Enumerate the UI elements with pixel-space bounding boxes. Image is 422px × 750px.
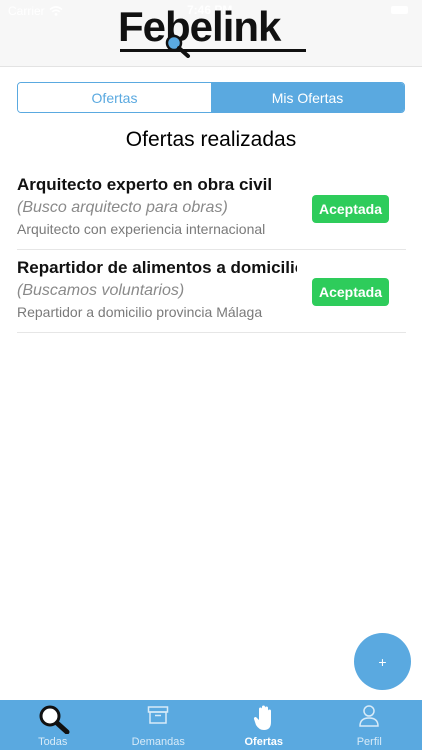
- tab-label: Perfil: [356, 736, 382, 748]
- tab-demandas[interactable]: Demandas: [106, 700, 212, 750]
- battery-icon: [391, 6, 408, 14]
- list-item[interactable]: Repartidor de alimentos a domicilio (Bus…: [17, 250, 406, 333]
- hand-icon: [253, 705, 271, 730]
- logo-underline: [120, 49, 306, 52]
- logo-text: Febelink: [118, 3, 281, 50]
- offers-segmented-control: Ofertas Mis Ofertas: [17, 82, 405, 113]
- tab-perfil[interactable]: Perfil: [317, 700, 422, 750]
- wifi-icon: [49, 6, 63, 16]
- plus-label: +: [378, 653, 387, 670]
- person-icon: [359, 705, 380, 727]
- segment-ofertas[interactable]: Ofertas: [18, 83, 211, 112]
- tab-ofertas[interactable]: Ofertas: [211, 700, 317, 750]
- list-item[interactable]: Arquitecto experto en obra civil (Busco …: [17, 167, 406, 250]
- status-badge: Aceptada: [312, 278, 389, 306]
- tab-bar: Todas Demandas Ofertas Perfil: [0, 700, 422, 750]
- tab-label: Ofertas: [244, 736, 284, 748]
- segment-mis-ofertas[interactable]: Mis Ofertas: [211, 83, 404, 112]
- tab-todas[interactable]: Todas: [0, 700, 106, 750]
- status-carrier: Carrier: [8, 4, 63, 18]
- offer-title: Arquitecto experto en obra civil: [17, 175, 273, 194]
- logo-magnifier-icon: [165, 34, 190, 58]
- offers-list: Arquitecto experto en obra civil (Busco …: [17, 167, 406, 333]
- offer-title: Repartidor de alimentos a domicilio: [17, 258, 297, 277]
- tab-label: Todas: [38, 736, 68, 748]
- tab-label: Demandas: [131, 736, 185, 748]
- page-title: Ofertas realizadas: [125, 128, 297, 151]
- carrier-label: Carrier: [8, 4, 45, 18]
- offer-subtitle: (Buscamos voluntarios): [17, 282, 185, 299]
- magnifier-icon: [39, 705, 70, 734]
- status-badge: Aceptada: [312, 195, 389, 223]
- offer-description: Arquitecto con experiencia internacional: [17, 221, 266, 237]
- app-header: Carrier 7:46 PM Febelink: [0, 0, 422, 67]
- archive-box-icon: [148, 706, 169, 724]
- add-offer-button[interactable]: +: [354, 633, 411, 690]
- febelink-logo: Febelink: [118, 6, 308, 58]
- offer-description: Repartidor a domicilio provincia Málaga: [17, 304, 263, 320]
- offer-subtitle: (Busco arquitecto para obras): [17, 199, 228, 216]
